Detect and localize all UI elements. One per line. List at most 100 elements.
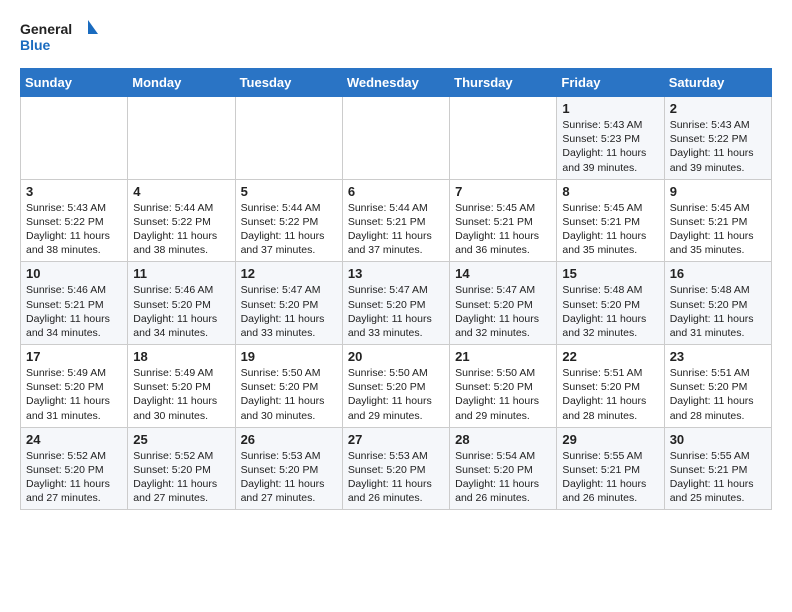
- calendar-cell: 19Sunrise: 5:50 AMSunset: 5:20 PMDayligh…: [235, 345, 342, 428]
- calendar-cell: 18Sunrise: 5:49 AMSunset: 5:20 PMDayligh…: [128, 345, 235, 428]
- calendar-day-header: Wednesday: [342, 69, 449, 97]
- day-info: Sunrise: 5:45 AMSunset: 5:21 PMDaylight:…: [670, 201, 766, 258]
- day-number: 4: [133, 184, 229, 199]
- day-info: Sunrise: 5:54 AMSunset: 5:20 PMDaylight:…: [455, 449, 551, 506]
- calendar-cell: 24 Sunrise: 5:52 AMSunset: 5:20 PMDayligh…: [21, 427, 128, 510]
- day-info: Sunrise: 5:50 AMSunset: 5:20 PMDaylight:…: [455, 366, 551, 423]
- calendar-cell: 17 Sunrise: 5:49 AMSunset: 5:20 PMDayligh…: [21, 345, 128, 428]
- day-info: Sunrise: 5:55 AMSunset: 5:21 PMDaylight:…: [670, 449, 766, 506]
- day-info: Sunrise: 5:49 AMSunset: 5:20 PMDaylight:…: [133, 366, 229, 423]
- day-info: Sunrise: 5:47 AMSunset: 5:20 PMDaylight:…: [241, 283, 337, 340]
- day-info: Sunrise: 5:51 AMSunset: 5:20 PMDaylight:…: [670, 366, 766, 423]
- calendar-week-row: 24 Sunrise: 5:52 AMSunset: 5:20 PMDayligh…: [21, 427, 772, 510]
- calendar-header-row: SundayMondayTuesdayWednesdayThursdayFrid…: [21, 69, 772, 97]
- day-info: Sunrise: 5:44 AMSunset: 5:21 PMDaylight:…: [348, 201, 444, 258]
- calendar-cell: 13Sunrise: 5:47 AMSunset: 5:20 PMDayligh…: [342, 262, 449, 345]
- logo: General Blue: [20, 16, 100, 60]
- day-info: Sunrise: 5:46 AMSunset: 5:21 PMDaylight:…: [26, 283, 122, 340]
- day-info: Sunrise: 5:43 AMSunset: 5:22 PMDaylight:…: [670, 118, 766, 175]
- day-number: 9: [670, 184, 766, 199]
- calendar-cell: 6 Sunrise: 5:44 AMSunset: 5:21 PMDaylight…: [342, 179, 449, 262]
- calendar-week-row: 3 Sunrise: 5:43 AMSunset: 5:22 PMDaylight…: [21, 179, 772, 262]
- day-info: Sunrise: 5:52 AMSunset: 5:20 PMDaylight:…: [26, 449, 122, 506]
- day-info: Sunrise: 5:46 AMSunset: 5:20 PMDaylight:…: [133, 283, 229, 340]
- calendar-cell: 2 Sunrise: 5:43 AMSunset: 5:22 PMDaylight…: [664, 97, 771, 180]
- calendar-cell: 20 Sunrise: 5:50 AMSunset: 5:20 PMDayligh…: [342, 345, 449, 428]
- day-info: Sunrise: 5:48 AMSunset: 5:20 PMDaylight:…: [670, 283, 766, 340]
- day-number: 19: [241, 349, 337, 364]
- day-number: 20: [348, 349, 444, 364]
- calendar-cell: 5 Sunrise: 5:44 AMSunset: 5:22 PMDaylight…: [235, 179, 342, 262]
- day-number: 27: [348, 432, 444, 447]
- day-info: Sunrise: 5:52 AMSunset: 5:20 PMDaylight:…: [133, 449, 229, 506]
- calendar-cell: 28 Sunrise: 5:54 AMSunset: 5:20 PMDayligh…: [450, 427, 557, 510]
- day-number: 15: [562, 266, 658, 281]
- calendar-day-header: Sunday: [21, 69, 128, 97]
- day-info: Sunrise: 5:43 AMSunset: 5:22 PMDaylight:…: [26, 201, 122, 258]
- calendar-cell: 4 Sunrise: 5:44 AMSunset: 5:22 PMDaylight…: [128, 179, 235, 262]
- day-info: Sunrise: 5:45 AMSunset: 5:21 PMDaylight:…: [455, 201, 551, 258]
- day-number: 5: [241, 184, 337, 199]
- calendar-cell: [21, 97, 128, 180]
- day-number: 24: [26, 432, 122, 447]
- day-number: 23: [670, 349, 766, 364]
- day-info: Sunrise: 5:48 AMSunset: 5:20 PMDaylight:…: [562, 283, 658, 340]
- calendar-cell: 27 Sunrise: 5:53 AMSunset: 5:20 PMDayligh…: [342, 427, 449, 510]
- calendar-week-row: 1Sunrise: 5:43 AMSunset: 5:23 PMDaylight…: [21, 97, 772, 180]
- calendar-cell: 8 Sunrise: 5:45 AMSunset: 5:21 PMDaylight…: [557, 179, 664, 262]
- day-number: 12: [241, 266, 337, 281]
- day-info: Sunrise: 5:53 AMSunset: 5:20 PMDaylight:…: [241, 449, 337, 506]
- calendar-cell: 9 Sunrise: 5:45 AMSunset: 5:21 PMDaylight…: [664, 179, 771, 262]
- calendar-cell: 29 Sunrise: 5:55 AMSunset: 5:21 PMDayligh…: [557, 427, 664, 510]
- day-number: 11: [133, 266, 229, 281]
- day-number: 30: [670, 432, 766, 447]
- day-info: Sunrise: 5:45 AMSunset: 5:21 PMDaylight:…: [562, 201, 658, 258]
- day-info: Sunrise: 5:50 AMSunset: 5:20 PMDaylight:…: [348, 366, 444, 423]
- calendar-day-header: Monday: [128, 69, 235, 97]
- day-number: 29: [562, 432, 658, 447]
- day-info: Sunrise: 5:44 AMSunset: 5:22 PMDaylight:…: [133, 201, 229, 258]
- day-number: 3: [26, 184, 122, 199]
- day-info: Sunrise: 5:47 AMSunset: 5:20 PMDaylight:…: [455, 283, 551, 340]
- day-number: 8: [562, 184, 658, 199]
- day-number: 25: [133, 432, 229, 447]
- day-number: 2: [670, 101, 766, 116]
- day-info: Sunrise: 5:43 AMSunset: 5:23 PMDaylight:…: [562, 118, 658, 175]
- calendar-cell: 22Sunrise: 5:51 AMSunset: 5:20 PMDayligh…: [557, 345, 664, 428]
- day-info: Sunrise: 5:55 AMSunset: 5:21 PMDaylight:…: [562, 449, 658, 506]
- day-number: 6: [348, 184, 444, 199]
- day-number: 17: [26, 349, 122, 364]
- day-number: 26: [241, 432, 337, 447]
- calendar-cell: 25 Sunrise: 5:52 AMSunset: 5:20 PMDayligh…: [128, 427, 235, 510]
- calendar-cell: 16 Sunrise: 5:48 AMSunset: 5:20 PMDayligh…: [664, 262, 771, 345]
- day-info: Sunrise: 5:51 AMSunset: 5:20 PMDaylight:…: [562, 366, 658, 423]
- calendar-day-header: Thursday: [450, 69, 557, 97]
- day-info: Sunrise: 5:47 AMSunset: 5:20 PMDaylight:…: [348, 283, 444, 340]
- logo-svg: General Blue: [20, 16, 100, 60]
- calendar-cell: 1Sunrise: 5:43 AMSunset: 5:23 PMDaylight…: [557, 97, 664, 180]
- calendar-cell: [450, 97, 557, 180]
- calendar-cell: 23 Sunrise: 5:51 AMSunset: 5:20 PMDayligh…: [664, 345, 771, 428]
- day-number: 21: [455, 349, 551, 364]
- day-info: Sunrise: 5:44 AMSunset: 5:22 PMDaylight:…: [241, 201, 337, 258]
- calendar-day-header: Friday: [557, 69, 664, 97]
- calendar-cell: 26 Sunrise: 5:53 AMSunset: 5:20 PMDayligh…: [235, 427, 342, 510]
- calendar-cell: 12 Sunrise: 5:47 AMSunset: 5:20 PMDayligh…: [235, 262, 342, 345]
- calendar-cell: [235, 97, 342, 180]
- calendar-week-row: 10Sunrise: 5:46 AMSunset: 5:21 PMDayligh…: [21, 262, 772, 345]
- calendar-week-row: 17 Sunrise: 5:49 AMSunset: 5:20 PMDayligh…: [21, 345, 772, 428]
- calendar-cell: 3 Sunrise: 5:43 AMSunset: 5:22 PMDaylight…: [21, 179, 128, 262]
- calendar-cell: 10Sunrise: 5:46 AMSunset: 5:21 PMDayligh…: [21, 262, 128, 345]
- calendar-cell: [128, 97, 235, 180]
- day-info: Sunrise: 5:49 AMSunset: 5:20 PMDaylight:…: [26, 366, 122, 423]
- svg-text:Blue: Blue: [20, 37, 51, 53]
- svg-text:General: General: [20, 21, 72, 37]
- day-info: Sunrise: 5:53 AMSunset: 5:20 PMDaylight:…: [348, 449, 444, 506]
- calendar-cell: 30 Sunrise: 5:55 AMSunset: 5:21 PMDayligh…: [664, 427, 771, 510]
- day-number: 16: [670, 266, 766, 281]
- day-number: 28: [455, 432, 551, 447]
- calendar-cell: 21 Sunrise: 5:50 AMSunset: 5:20 PMDayligh…: [450, 345, 557, 428]
- calendar-day-header: Saturday: [664, 69, 771, 97]
- header: General Blue: [20, 16, 772, 60]
- calendar-cell: 11 Sunrise: 5:46 AMSunset: 5:20 PMDayligh…: [128, 262, 235, 345]
